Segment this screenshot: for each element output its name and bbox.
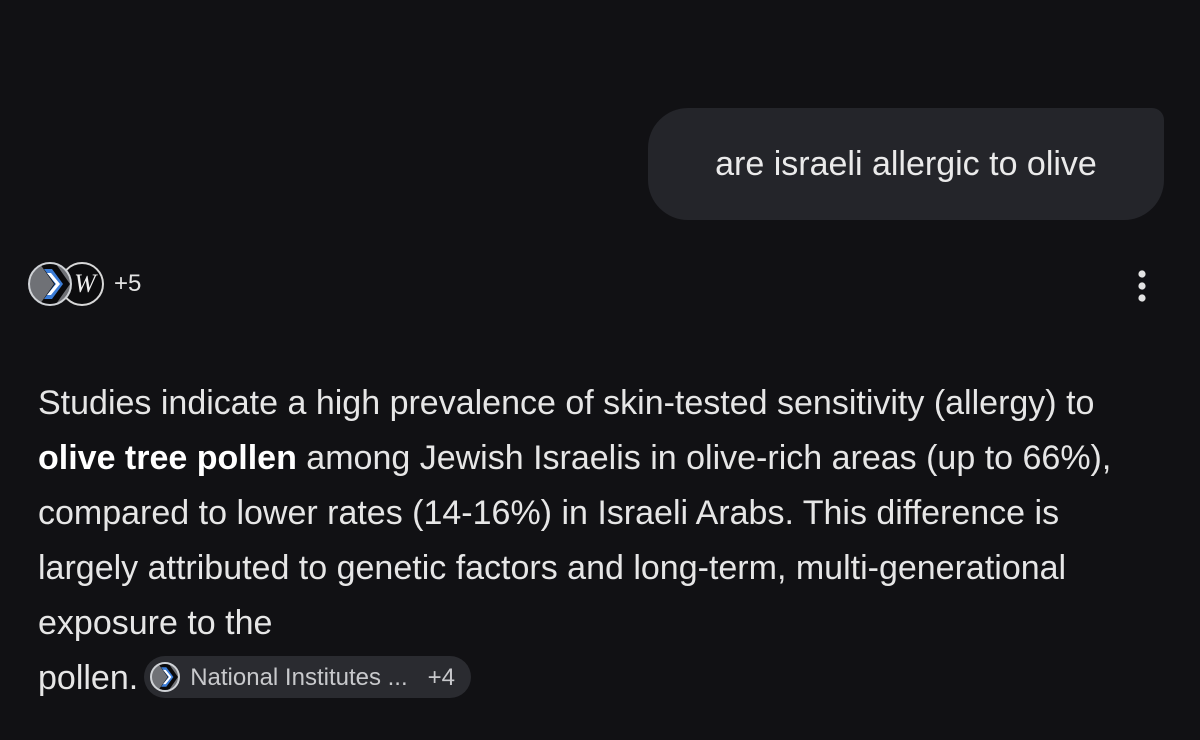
citation-more-count: +4 — [427, 663, 456, 691]
nih-icon[interactable] — [28, 262, 72, 306]
citation-source-label: National Institutes ... — [190, 663, 408, 691]
answer-bold-term: olive tree pollen — [38, 439, 297, 477]
answer-text-part-3: pollen. — [38, 659, 139, 697]
sources-more-count[interactable]: +5 — [114, 270, 141, 298]
more-options-button[interactable] — [1120, 264, 1164, 308]
nih-icon — [150, 662, 181, 693]
user-message-bubble: are israeli allergic to olive — [648, 108, 1164, 220]
user-message-text: are israeli allergic to olive — [715, 144, 1097, 183]
sources-row[interactable]: W +5 — [28, 260, 141, 308]
citation-chip[interactable]: National Institutes ... +4 — [144, 656, 472, 699]
more-vert-icon — [1138, 270, 1146, 302]
answer-text: Studies indicate a high prevalence of sk… — [38, 376, 1148, 706]
answer-text-part-1: Studies indicate a high prevalence of sk… — [38, 384, 1095, 422]
